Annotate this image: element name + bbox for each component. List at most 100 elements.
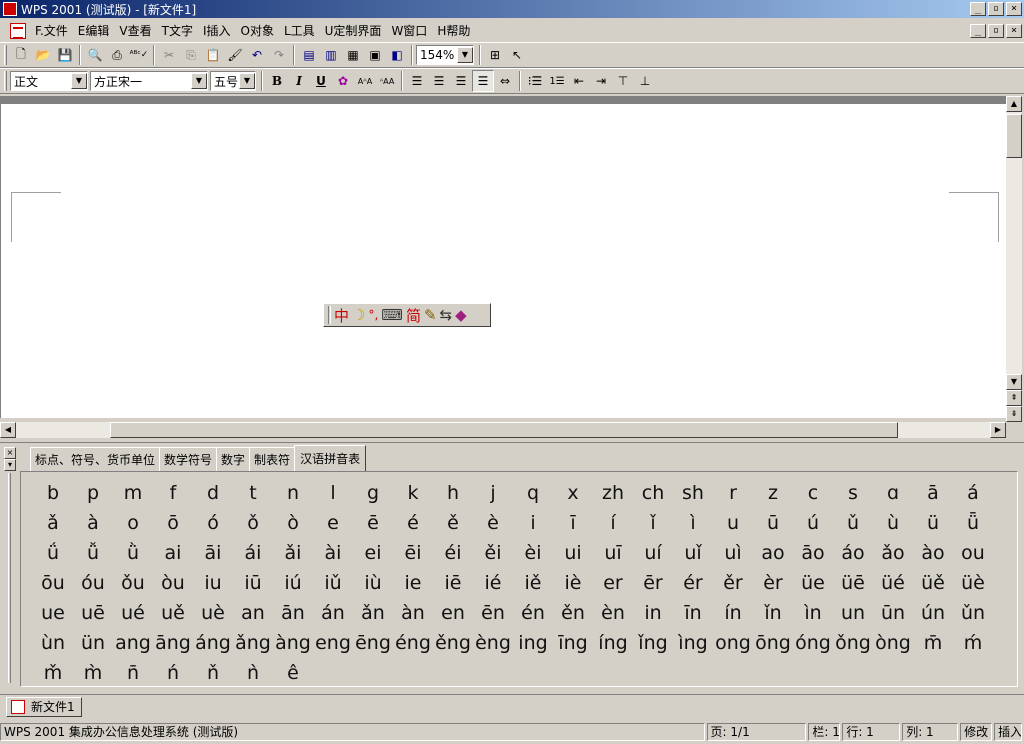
pinyin-cell[interactable]: ang: [113, 628, 153, 658]
pinyin-cell[interactable]: p: [73, 478, 113, 508]
pinyin-cell[interactable]: ǐ: [633, 508, 673, 538]
help-book-icon[interactable]: ⊞: [484, 44, 506, 66]
minimize-icon[interactable]: _: [970, 2, 986, 16]
toolbar-grip[interactable]: [4, 71, 7, 91]
image-icon[interactable]: ▣: [364, 44, 386, 66]
pinyin-cell[interactable]: ìn: [793, 598, 833, 628]
chevron-down-icon[interactable]: ▾: [4, 459, 16, 471]
pinyin-cell[interactable]: à: [73, 508, 113, 538]
pinyin-cell[interactable]: èng: [473, 628, 513, 658]
close-icon[interactable]: ×: [4, 447, 16, 459]
horizontal-scroll-thumb[interactable]: [110, 422, 898, 438]
handwriting-icon[interactable]: ✎: [424, 306, 437, 324]
pinyin-cell[interactable]: uí: [633, 538, 673, 568]
pinyin-cell[interactable]: ǹ: [233, 658, 273, 688]
pinyin-cell[interactable]: ń: [153, 658, 193, 688]
pinyin-cell[interactable]: iē: [433, 568, 473, 598]
pinyin-cell[interactable]: in: [633, 598, 673, 628]
pinyin-cell[interactable]: ié: [473, 568, 513, 598]
pinyin-cell[interactable]: iū: [233, 568, 273, 598]
pinyin-cell[interactable]: k: [393, 478, 433, 508]
pinyin-cell[interactable]: ü: [913, 508, 953, 538]
pinyin-cell[interactable]: t: [233, 478, 273, 508]
pinyin-cell[interactable]: ēng: [353, 628, 393, 658]
pinyin-cell[interactable]: ūn: [873, 598, 913, 628]
pinyin-cell[interactable]: un: [833, 598, 873, 628]
scroll-right-icon[interactable]: ▶: [990, 422, 1006, 438]
pinyin-cell[interactable]: uì: [713, 538, 753, 568]
horizontal-scrollbar[interactable]: ◀ ▶: [0, 422, 1006, 438]
pinyin-cell[interactable]: ái: [233, 538, 273, 568]
pinyin-cell[interactable]: m̄: [913, 628, 953, 658]
copy-icon[interactable]: ⎘: [180, 44, 202, 66]
columns-icon[interactable]: ▤: [298, 44, 320, 66]
pinyin-cell[interactable]: è: [473, 508, 513, 538]
paste-icon[interactable]: 📋: [202, 44, 224, 66]
menu-window[interactable]: W窗口: [386, 22, 432, 39]
pinyin-cell[interactable]: ú: [793, 508, 833, 538]
font-select[interactable]: 方正宋一 ▼: [90, 71, 208, 91]
pinyin-cell[interactable]: ao: [753, 538, 793, 568]
pinyin-cell[interactable]: ā: [913, 478, 953, 508]
tab-tabulation[interactable]: 制表符: [249, 447, 296, 472]
pinyin-cell[interactable]: ǐn: [753, 598, 793, 628]
pinyin-cell[interactable]: é: [393, 508, 433, 538]
chevron-down-icon[interactable]: ▼: [239, 73, 255, 89]
pinyin-cell[interactable]: ěr: [713, 568, 753, 598]
style-select[interactable]: 正文 ▼: [10, 71, 88, 91]
pinyin-cell[interactable]: ài: [313, 538, 353, 568]
pinyin-cell[interactable]: àng: [273, 628, 313, 658]
pinyin-cell[interactable]: d: [193, 478, 233, 508]
pointer-icon[interactable]: ↖: [506, 44, 528, 66]
pinyin-cell[interactable]: ün: [73, 628, 113, 658]
tab-punctuation[interactable]: 标点、符号、货币单位: [30, 447, 161, 472]
pinyin-cell[interactable]: án: [313, 598, 353, 628]
pinyin-cell[interactable]: ó: [193, 508, 233, 538]
menu-edit[interactable]: E编辑: [73, 22, 115, 39]
grow-font-icon[interactable]: ᴬAA: [376, 70, 398, 92]
font-color-icon[interactable]: ✿: [332, 70, 354, 92]
tab-pinyin[interactable]: 汉语拼音表: [294, 445, 367, 473]
pinyin-cell[interactable]: uē: [73, 598, 113, 628]
tab-digits[interactable]: 数字: [216, 447, 251, 472]
distribute-icon[interactable]: ⇔: [494, 70, 516, 92]
pinyin-cell[interactable]: q: [513, 478, 553, 508]
pinyin-cell[interactable]: ǎi: [273, 538, 313, 568]
frame-icon[interactable]: ◧: [386, 44, 408, 66]
pinyin-cell[interactable]: eng: [313, 628, 353, 658]
pinyin-cell[interactable]: ǘ: [33, 538, 73, 568]
justify-icon[interactable]: ☰: [472, 70, 494, 92]
pinyin-cell[interactable]: ēr: [633, 568, 673, 598]
pinyin-cell[interactable]: ǎng: [233, 628, 273, 658]
chevron-down-icon[interactable]: ▼: [191, 73, 207, 89]
pinyin-cell[interactable]: òng: [873, 628, 913, 658]
pinyin-cell[interactable]: g: [353, 478, 393, 508]
pinyin-cell[interactable]: uǐ: [673, 538, 713, 568]
pinyin-cell[interactable]: òu: [153, 568, 193, 598]
chinese-mode-icon[interactable]: 中: [334, 305, 349, 326]
pinyin-cell[interactable]: óu: [73, 568, 113, 598]
pinyin-cell[interactable]: īng: [553, 628, 593, 658]
doc-minimize-icon[interactable]: _: [970, 24, 986, 38]
pinyin-cell[interactable]: ǒu: [113, 568, 153, 598]
pinyin-cell[interactable]: ḿ: [953, 628, 993, 658]
pinyin-cell[interactable]: ín: [713, 598, 753, 628]
menu-object[interactable]: O对象: [236, 22, 279, 39]
punctuation-icon[interactable]: °,: [368, 308, 378, 322]
scroll-up-icon[interactable]: ▲: [1006, 96, 1022, 112]
ime-grip[interactable]: [328, 306, 331, 324]
pinyin-cell[interactable]: h: [433, 478, 473, 508]
pinyin-cell[interactable]: ǎ: [33, 508, 73, 538]
pinyin-cell[interactable]: ì: [673, 508, 713, 538]
pinyin-cell[interactable]: ǎn: [353, 598, 393, 628]
pinyin-cell[interactable]: iè: [553, 568, 593, 598]
pinyin-cell[interactable]: ìng: [673, 628, 713, 658]
pinyin-cell[interactable]: sh: [673, 478, 713, 508]
pinyin-cell[interactable]: ong: [713, 628, 753, 658]
pinyin-cell[interactable]: í: [593, 508, 633, 538]
undo-icon[interactable]: ↶: [246, 44, 268, 66]
pinyin-cell[interactable]: ēn: [473, 598, 513, 628]
pinyin-cell[interactable]: ai: [153, 538, 193, 568]
toolbar-grip[interactable]: [4, 45, 7, 65]
pinyin-cell[interactable]: ōng: [753, 628, 793, 658]
